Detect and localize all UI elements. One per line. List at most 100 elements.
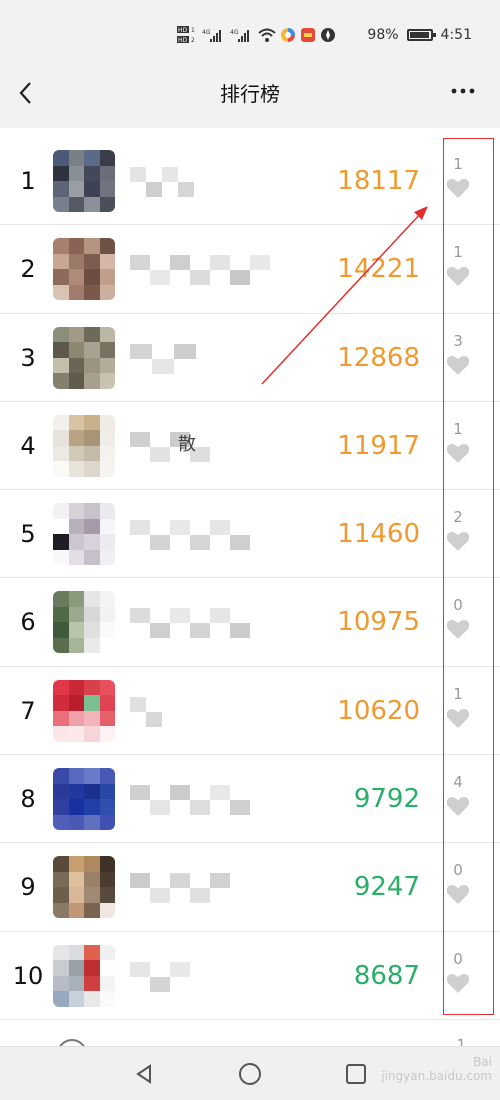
triangle-back-icon	[136, 1064, 151, 1084]
like-button[interactable]: 0	[440, 594, 476, 640]
more-dots-icon	[451, 88, 475, 94]
heart-icon	[446, 620, 470, 640]
user-name-pixelated	[130, 431, 210, 462]
user-name-pixelated	[130, 961, 190, 992]
rank-number: 7	[20, 696, 36, 725]
ranking-row[interactable]: 10 8687 0	[0, 932, 500, 1020]
rank-number: 8	[20, 785, 36, 814]
heart-icon	[446, 973, 470, 993]
watermark-line-1: Bai	[473, 1055, 492, 1069]
step-count: 11460	[337, 519, 420, 550]
heart-icon	[446, 708, 470, 728]
rank-number: 3	[20, 343, 36, 372]
user-name-pixelated	[130, 608, 250, 639]
like-count-partial: 1	[456, 1036, 466, 1046]
ranking-row[interactable]: 3 12868 3	[0, 314, 500, 402]
like-button[interactable]: 0	[440, 948, 476, 994]
user-name-pixelated	[130, 343, 196, 374]
watermark-line-2: jingyan.baidu.com	[381, 1069, 492, 1083]
like-button[interactable]: 1	[440, 153, 476, 199]
signal-icon-1: 4G	[202, 29, 221, 42]
like-count: 4	[453, 773, 463, 792]
step-count: 14221	[337, 254, 420, 285]
user-name-pixelated	[130, 785, 250, 816]
more-button[interactable]	[450, 76, 476, 112]
rank-number: 9	[20, 873, 36, 902]
avatar[interactable]	[53, 944, 115, 1007]
nav-bar: 排行榜	[0, 72, 500, 128]
like-button[interactable]: 1	[440, 683, 476, 729]
heart-icon	[446, 797, 470, 817]
avatar[interactable]	[53, 414, 115, 477]
svg-text:4G: 4G	[230, 29, 239, 36]
step-count: 10620	[337, 695, 420, 726]
like-count: 1	[453, 155, 463, 173]
svg-text:1: 1	[191, 27, 195, 34]
ranking-row[interactable]: 6 10975 0	[0, 578, 500, 667]
system-recents-button[interactable]	[341, 1059, 371, 1089]
heart-icon	[446, 885, 470, 905]
user-name-text: 散	[178, 433, 196, 455]
avatar[interactable]	[53, 326, 115, 389]
avatar[interactable]	[53, 238, 115, 301]
avatar[interactable]	[53, 503, 115, 566]
ranking-row[interactable]: 5 11460 2	[0, 490, 500, 579]
ranking-row[interactable]: 8 9792 4	[0, 755, 500, 844]
clock: 4:51	[440, 27, 472, 43]
user-name-pixelated	[130, 255, 270, 286]
like-button[interactable]: 1	[440, 418, 476, 464]
ranking-row[interactable]: 9 9247 0	[0, 843, 500, 932]
partial-list-item: 1	[0, 1020, 500, 1046]
rank-number: 2	[20, 255, 36, 284]
step-count: 11917	[337, 430, 420, 461]
step-count: 9247	[353, 872, 420, 903]
like-button[interactable]: 2	[440, 506, 476, 552]
ranking-row[interactable]: 1 18117 1	[0, 137, 500, 226]
heart-icon	[446, 443, 470, 463]
svg-text:2: 2	[191, 37, 195, 44]
rank-number: 6	[20, 608, 36, 637]
rank-number: 10	[12, 961, 44, 990]
step-count: 9792	[353, 784, 420, 815]
like-button[interactable]: 4	[440, 771, 476, 817]
avatar[interactable]	[53, 679, 115, 742]
like-count: 0	[453, 861, 463, 880]
step-count: 8687	[353, 960, 420, 991]
ranking-row[interactable]: 4 散 11917 1	[0, 402, 500, 491]
avatar[interactable]	[53, 591, 115, 654]
user-name-pixelated	[130, 873, 230, 904]
app-icon-colorful	[281, 28, 295, 42]
heart-icon	[446, 267, 470, 287]
ranking-list: 1 18117 1 2 14221 1 3 12868 3 4 散 11917 1 5 11460 2 6 109…	[0, 137, 500, 1020]
avatar[interactable]	[53, 150, 115, 212]
ranking-row[interactable]: 2 14221 1	[0, 225, 500, 314]
like-count: 1	[453, 243, 463, 262]
status-right: 98% 4:51	[367, 27, 472, 43]
like-button[interactable]: 3	[440, 330, 476, 376]
like-count: 2	[453, 508, 463, 527]
ranking-row[interactable]: 7 10620 1	[0, 667, 500, 756]
like-button[interactable]: 1	[440, 241, 476, 287]
battery-percent: 98%	[367, 27, 399, 43]
svg-text:4G: 4G	[202, 29, 211, 36]
avatar[interactable]	[53, 856, 115, 919]
rank-number: 5	[20, 520, 36, 549]
step-count: 12868	[337, 342, 420, 373]
avatar[interactable]	[53, 768, 115, 831]
signal-icon-2: 4G	[230, 29, 249, 42]
hd-icon: HD HD 1 2	[177, 26, 195, 44]
like-count: 0	[453, 949, 463, 968]
avatar-partial-icon	[59, 1039, 85, 1046]
circle-home-icon	[239, 1063, 261, 1085]
page-title: 排行榜	[220, 82, 280, 106]
user-name-pixelated	[130, 696, 162, 727]
like-button[interactable]: 0	[440, 859, 476, 905]
app-icon-red	[301, 28, 315, 42]
like-count: 0	[453, 596, 463, 615]
rank-number: 1	[20, 167, 36, 195]
system-nav-bar: Bai jingyan.baidu.com	[0, 1046, 500, 1100]
system-back-button[interactable]	[129, 1059, 159, 1089]
battery-icon	[406, 29, 436, 41]
system-home-button[interactable]	[235, 1059, 265, 1089]
user-name-pixelated	[130, 520, 250, 551]
